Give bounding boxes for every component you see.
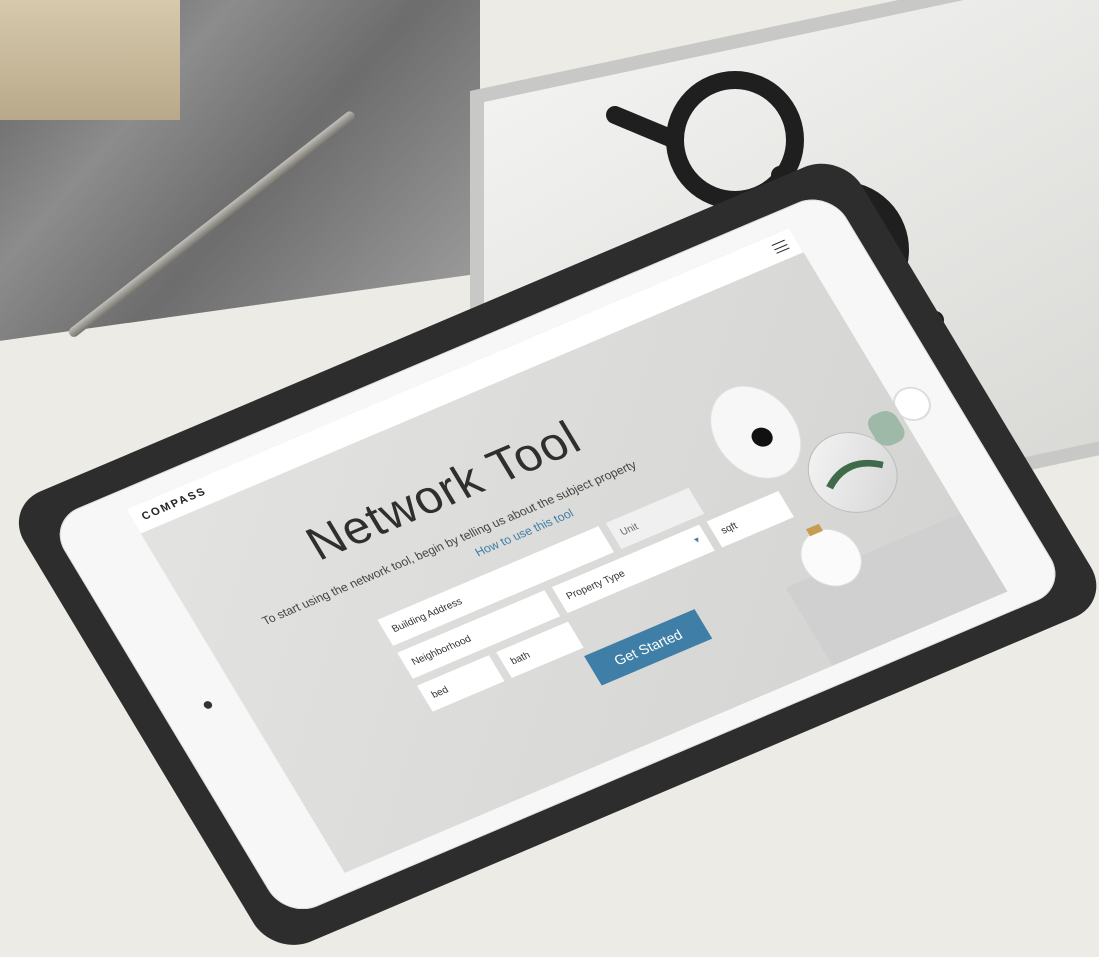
tablet-screen: COMPASS Network Tool To start using the … <box>126 227 1008 873</box>
hamburger-menu-icon[interactable] <box>771 239 790 254</box>
camera-dot <box>202 699 214 710</box>
brand-logo: COMPASS <box>139 485 210 523</box>
scene: COMPASS Network Tool To start using the … <box>0 0 1099 957</box>
wood-box <box>0 0 180 120</box>
